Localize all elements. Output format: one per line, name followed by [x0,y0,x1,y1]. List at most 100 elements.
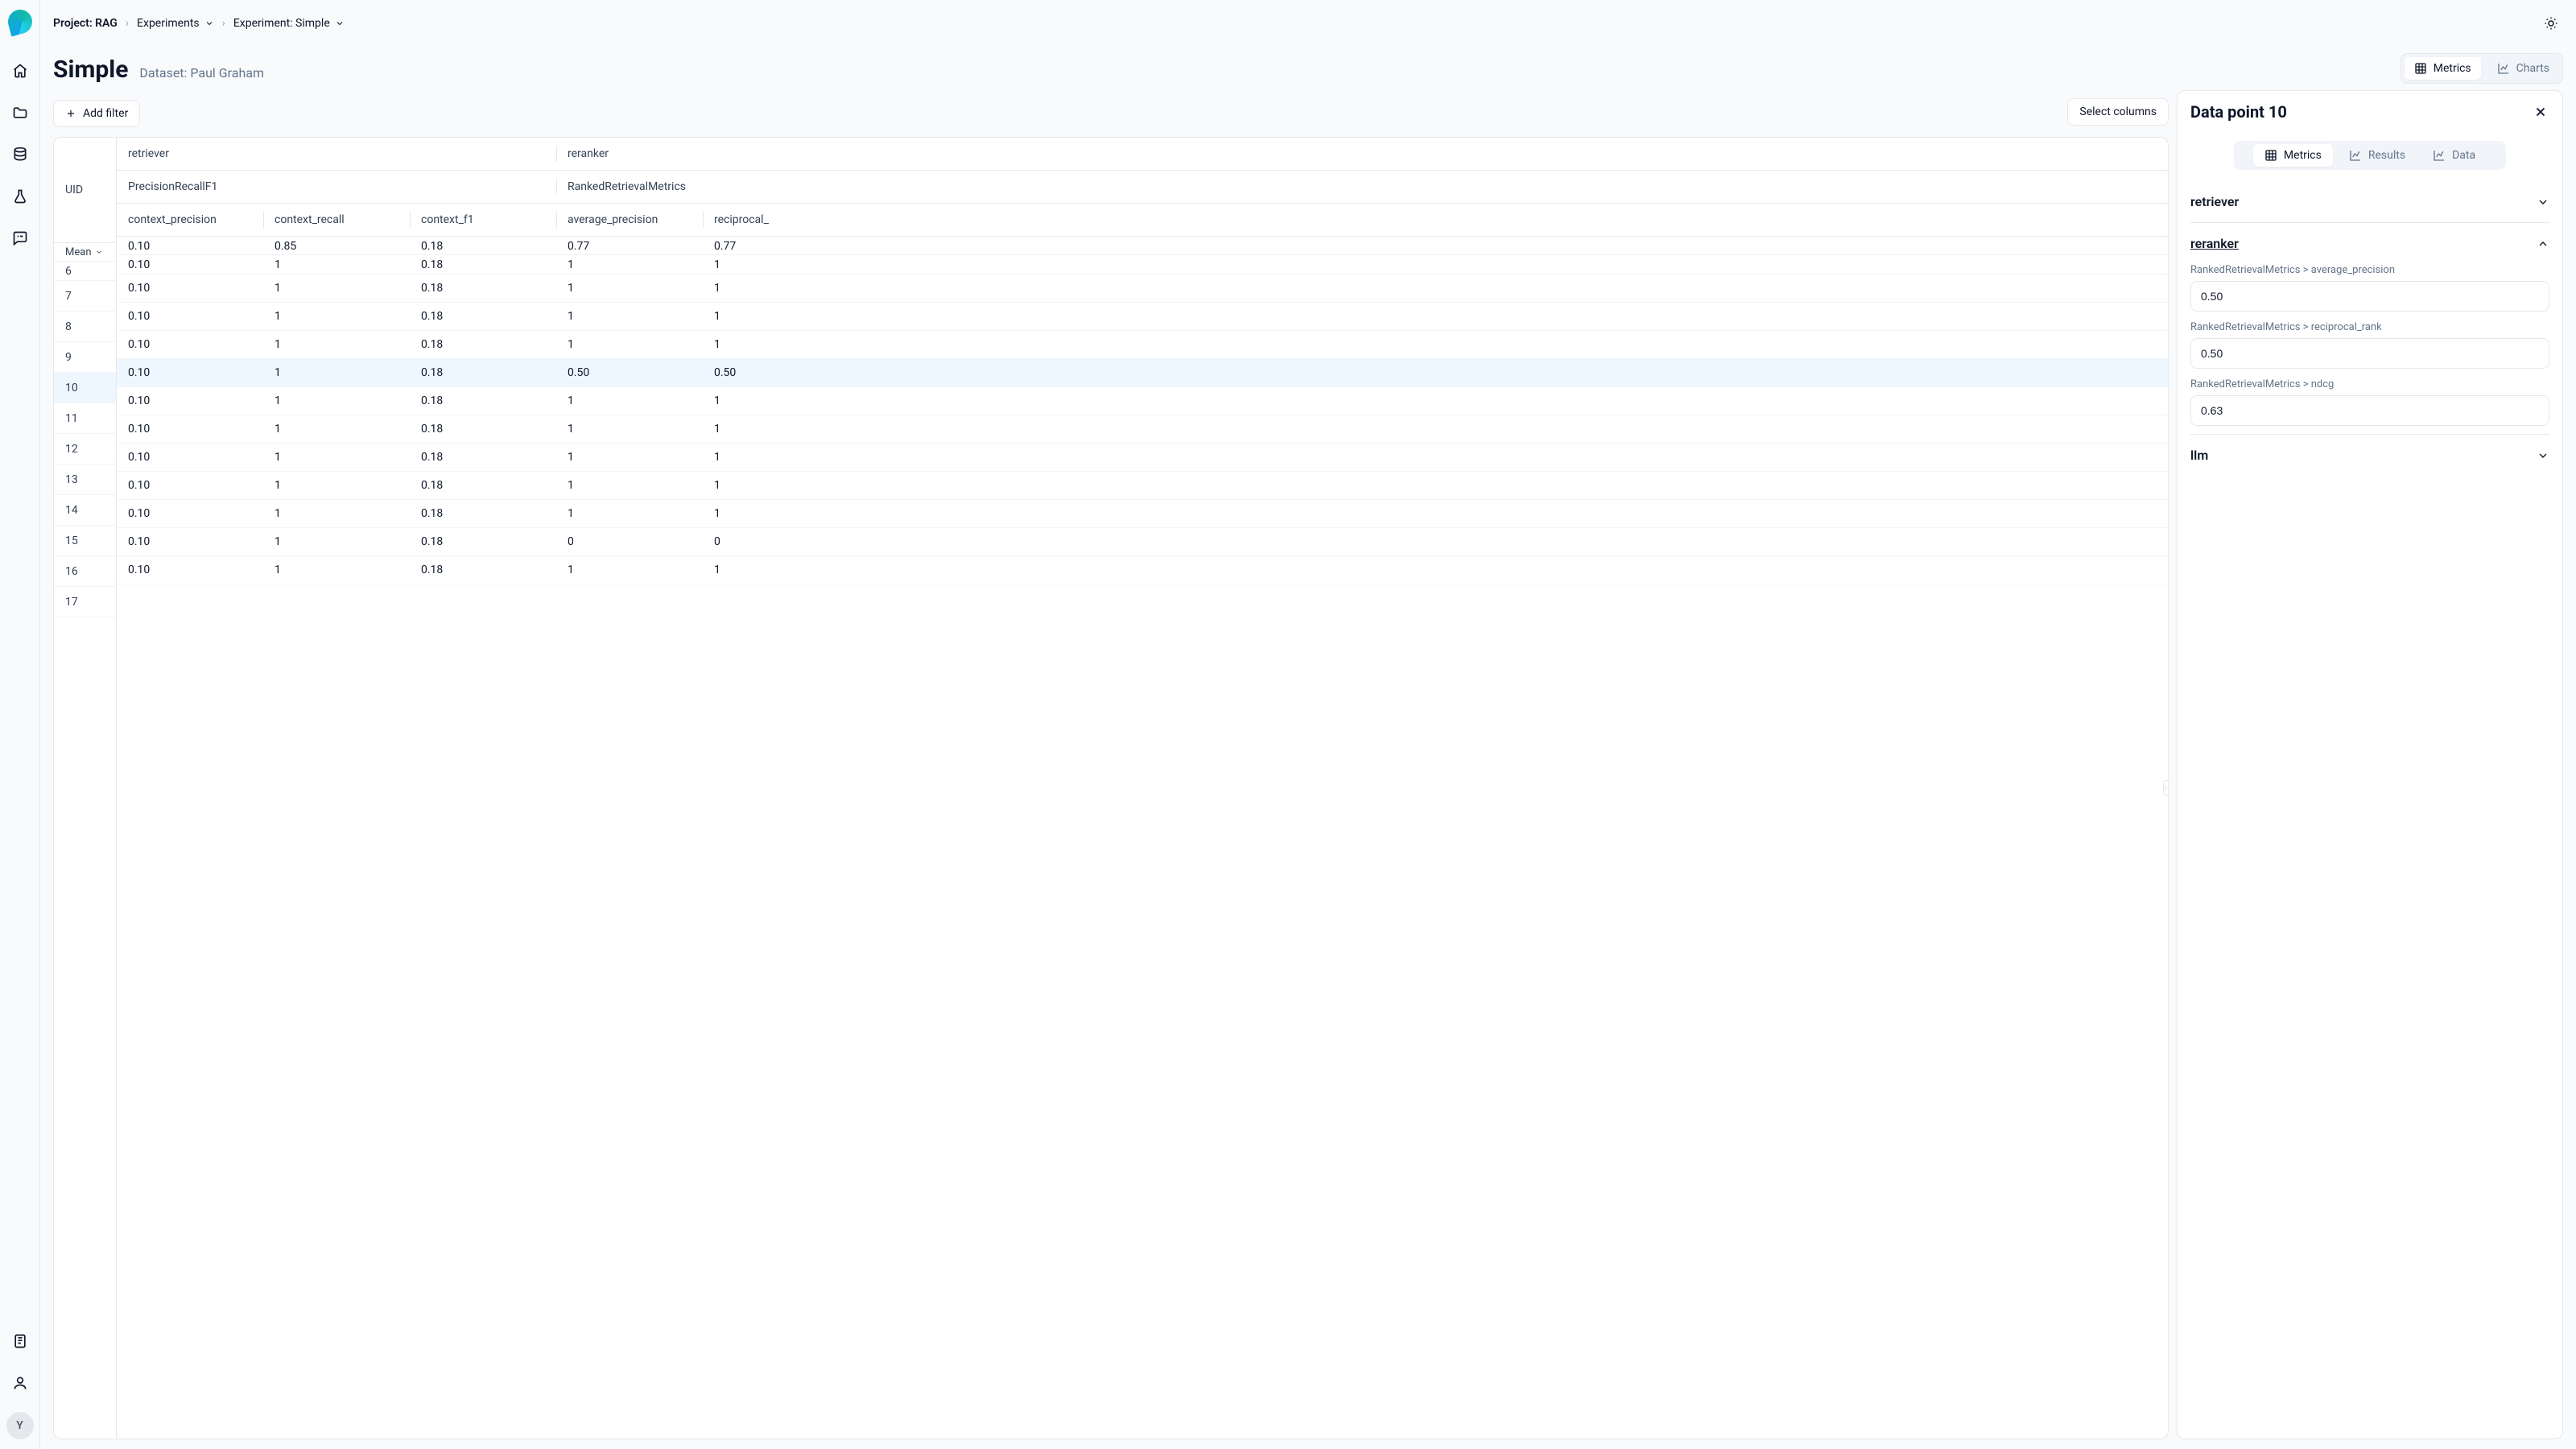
nav-database-icon[interactable] [7,142,33,167]
nav-folder-icon[interactable] [7,100,33,126]
section-llm-toggle[interactable]: llm [2190,443,2549,468]
column-header[interactable]: average_precision [556,204,703,236]
table-row[interactable]: 0.1010.1811 [117,500,2168,528]
chevron-up-icon [2537,237,2549,250]
aggregate-selector[interactable]: Mean [54,243,116,262]
view-charts-tab[interactable]: Charts [2487,57,2559,80]
table-cell: 0.18 [410,528,556,555]
detail-tab-results[interactable]: Results [2338,144,2417,167]
nav-experiments-icon[interactable] [7,184,33,209]
table-cell: 1 [703,556,849,584]
detail-panel: Data point 10 Metrics Results [2177,90,2563,1439]
table-cell: 1 [263,387,410,415]
table-cell: 0.10 [117,387,263,415]
nav-account-icon[interactable] [7,1370,33,1396]
table-cell: 1 [703,387,849,415]
column-header[interactable]: context_f1 [410,204,556,236]
table-row[interactable]: 0.1010.1811 [117,255,2168,275]
table-cell: 0.18 [410,556,556,584]
table-cell: 0.18 [410,275,556,302]
table-row[interactable]: 0.1010.1811 [117,556,2168,584]
uid-cell[interactable]: 17 [54,587,116,617]
nav-docs-icon[interactable] [7,1328,33,1354]
table-cell: 1 [263,556,410,584]
table-cell: 0.10 [117,237,263,255]
logo[interactable] [5,7,35,37]
column-header[interactable]: context_precision [117,204,263,236]
table-cell: 1 [703,303,849,330]
chevron-down-icon [204,19,214,28]
crumb-experiments[interactable]: Experiments [137,17,214,30]
uid-cell[interactable]: 6 [54,262,116,281]
table-cell: 1 [263,331,410,358]
table-mean-row: 0.100.850.180.770.77 [117,237,2168,255]
table-cell: 0.10 [117,303,263,330]
uid-cell[interactable]: 10 [54,373,116,403]
table-cell: 1 [556,500,703,527]
theme-toggle-button[interactable] [2539,11,2563,35]
table-cell: 0 [703,528,849,555]
page-title: Simple [53,56,128,84]
table-row[interactable]: 0.1010.1811 [117,415,2168,444]
uid-cell[interactable]: 11 [54,403,116,434]
crumb-project[interactable]: Project: RAG [53,17,118,30]
dataset-label: Dataset: Paul Graham [139,65,264,80]
view-toggle: Metrics Charts [2401,53,2563,84]
select-columns-button[interactable]: Select columns [2067,98,2169,126]
metric-value-input[interactable] [2190,338,2549,369]
section-reranker-toggle[interactable]: reranker [2190,231,2549,256]
table-cell: 0.10 [117,255,263,275]
uid-column-header: UID [54,138,116,243]
breadcrumb-sep: › [126,17,129,30]
table-cell: 0.10 [117,444,263,471]
table-row[interactable]: 0.1010.1811 [117,275,2168,303]
table-row[interactable]: 0.1010.180.500.50 [117,359,2168,387]
chevron-down-icon [95,248,103,256]
uid-cell[interactable]: 14 [54,495,116,526]
uid-cell[interactable]: 7 [54,281,116,312]
table-cell: 0.10 [117,528,263,555]
column-header[interactable]: reciprocal_ [703,204,849,236]
uid-cell[interactable]: 8 [54,312,116,342]
close-button[interactable] [2532,103,2549,121]
table-cell: 1 [263,255,410,275]
section-retriever-toggle[interactable]: retriever [2190,189,2549,214]
metric-value-input[interactable] [2190,281,2549,312]
column-header[interactable]: context_recall [263,204,410,236]
table-cell: 1 [263,415,410,443]
nav-feedback-icon[interactable] [7,225,33,251]
uid-cell[interactable]: 12 [54,434,116,464]
table-row[interactable]: 0.1010.1811 [117,444,2168,472]
select-columns-label: Select columns [2079,105,2157,118]
metric-value-input[interactable] [2190,395,2549,426]
column-group-header: retriever [117,138,556,170]
detail-tab-label: Data [2452,149,2475,162]
view-metrics-tab[interactable]: Metrics [2405,57,2481,80]
detail-tab-metrics[interactable]: Metrics [2253,144,2333,167]
uid-cell[interactable]: 15 [54,526,116,556]
table-row[interactable]: 0.1010.1811 [117,331,2168,359]
table-row[interactable]: 0.1010.1811 [117,303,2168,331]
table-cell: 0 [556,528,703,555]
table-cell: 1 [556,387,703,415]
table-row[interactable]: 0.1010.1811 [117,387,2168,415]
table-row[interactable]: 0.1010.1800 [117,528,2168,556]
uid-cell[interactable]: 16 [54,556,116,587]
table-cell: 0.18 [410,331,556,358]
table-icon [2264,149,2277,162]
aggregate-label: Mean [65,246,92,258]
avatar[interactable]: Y [6,1412,34,1439]
table-cell: 0.18 [410,237,556,255]
crumb-experiment[interactable]: Experiment: Simple [233,17,345,30]
resize-handle[interactable]: ⋮⋮ [2163,780,2169,796]
table-cell: 0.18 [410,472,556,499]
chevron-down-icon [335,19,345,28]
nav-home-icon[interactable] [7,58,33,84]
table-row[interactable]: 0.1010.1811 [117,472,2168,500]
detail-tab-label: Results [2368,149,2405,162]
table-cell: 0.10 [117,556,263,584]
detail-tab-data[interactable]: Data [2421,144,2487,167]
uid-cell[interactable]: 9 [54,342,116,373]
table-cell: 0.85 [263,237,410,255]
uid-cell[interactable]: 13 [54,464,116,495]
